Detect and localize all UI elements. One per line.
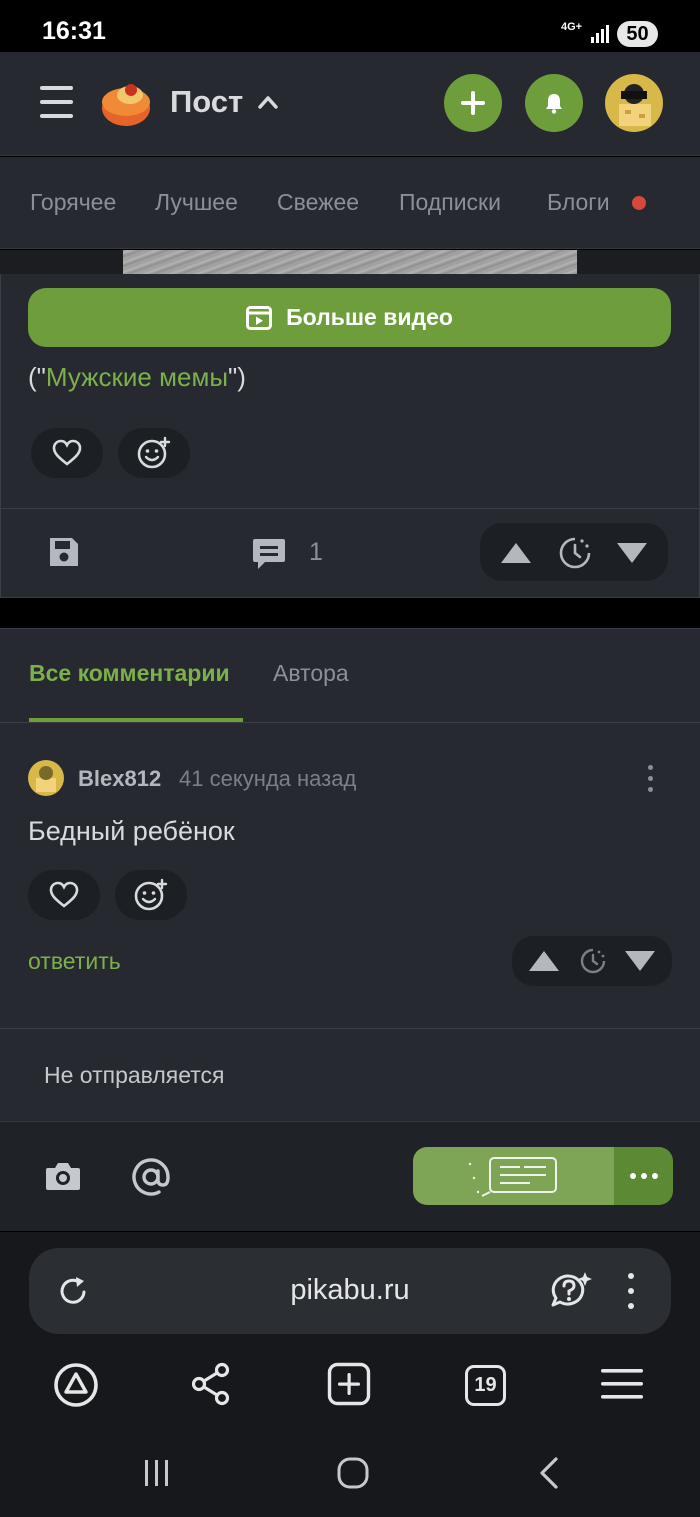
comment-text: Бедный ребёнок [28, 816, 235, 846]
chevron-up-icon[interactable] [258, 95, 278, 109]
source-prefix: (" [28, 362, 46, 392]
heart-icon [52, 439, 82, 466]
post-like-button[interactable] [31, 428, 103, 478]
rating-pending-icon [580, 948, 606, 974]
comment-author[interactable]: Blex812 [78, 766, 161, 792]
tab-subscriptions[interactable]: Подписки [399, 189, 501, 216]
divider [0, 722, 700, 723]
post-rating [480, 523, 668, 581]
url-text[interactable]: pikabu.ru [0, 1274, 700, 1307]
plus-icon [461, 91, 485, 115]
new-tab-icon[interactable] [327, 1362, 371, 1406]
send-message-icon [468, 1157, 557, 1197]
divider [0, 508, 700, 509]
upvote-icon[interactable] [528, 950, 560, 972]
network-indicator: 4G+ [561, 21, 583, 33]
ai-assistant-icon[interactable] [549, 1270, 593, 1310]
tab-all-comments[interactable]: Все комментарии [29, 660, 230, 687]
share-icon[interactable] [190, 1362, 232, 1406]
comment-author-avatar[interactable] [28, 760, 64, 796]
pikabu-logo-icon[interactable] [100, 78, 154, 128]
send-options-button[interactable] [614, 1147, 673, 1205]
downvote-icon[interactable] [616, 542, 648, 564]
comment-like-button[interactable] [28, 870, 100, 920]
notification-dot [632, 196, 646, 210]
save-icon[interactable] [48, 536, 80, 568]
tab-blogs[interactable]: Блоги [547, 189, 610, 216]
back-icon[interactable] [536, 1456, 562, 1490]
rating-pending-icon [559, 537, 591, 569]
upvote-icon[interactable] [500, 542, 532, 564]
comment-more-options-icon[interactable] [644, 763, 658, 795]
browser-menu-icon[interactable] [600, 1362, 644, 1406]
comment-input[interactable]: Не отправляется [44, 1062, 224, 1089]
more-video-button[interactable]: Больше видео [28, 288, 671, 347]
tab-hot[interactable]: Горячее [30, 189, 116, 216]
samsung-assistant-icon[interactable] [53, 1362, 99, 1408]
status-time: 16:31 [42, 17, 106, 45]
post-reaction-button[interactable] [118, 428, 190, 478]
add-post-button[interactable] [444, 74, 502, 132]
battery-indicator: 50 [617, 21, 658, 47]
heart-icon [49, 881, 79, 908]
page-title[interactable]: Пост [170, 84, 243, 120]
downvote-icon[interactable] [624, 950, 656, 972]
hamburger-menu-icon[interactable] [40, 86, 74, 118]
user-avatar[interactable] [605, 74, 663, 132]
source-link[interactable]: Мужские мемы [46, 362, 228, 392]
browser-more-icon[interactable] [626, 1273, 636, 1309]
camera-icon[interactable] [45, 1160, 81, 1192]
comment-reaction-button[interactable] [115, 870, 187, 920]
bell-icon [546, 94, 562, 114]
recent-apps-icon[interactable] [142, 1456, 172, 1490]
source-suffix: ") [228, 362, 246, 392]
home-icon[interactable] [336, 1456, 370, 1490]
comments-count: 1 [309, 538, 323, 566]
comment-time: 41 секунда назад [179, 766, 357, 791]
more-video-label: Больше видео [286, 304, 453, 330]
mention-icon[interactable] [131, 1158, 171, 1196]
video-preview[interactable] [123, 250, 577, 274]
comments-icon[interactable] [252, 537, 286, 571]
tab-author-comments[interactable]: Автора [273, 660, 349, 687]
tab-best[interactable]: Лучшее [155, 189, 238, 216]
emoji-add-icon [134, 878, 168, 911]
comment-rating [512, 936, 672, 986]
emoji-add-icon [137, 436, 171, 469]
notifications-button[interactable] [525, 74, 583, 132]
post-source: ("Мужские мемы") [28, 362, 246, 393]
reply-link[interactable]: ответить [28, 948, 121, 975]
video-icon [246, 305, 273, 330]
send-comment-button[interactable] [413, 1147, 614, 1205]
signal-icon [591, 25, 609, 43]
tab-fresh[interactable]: Свежее [277, 189, 359, 216]
tabs-count-button[interactable]: 19 [465, 1365, 506, 1406]
